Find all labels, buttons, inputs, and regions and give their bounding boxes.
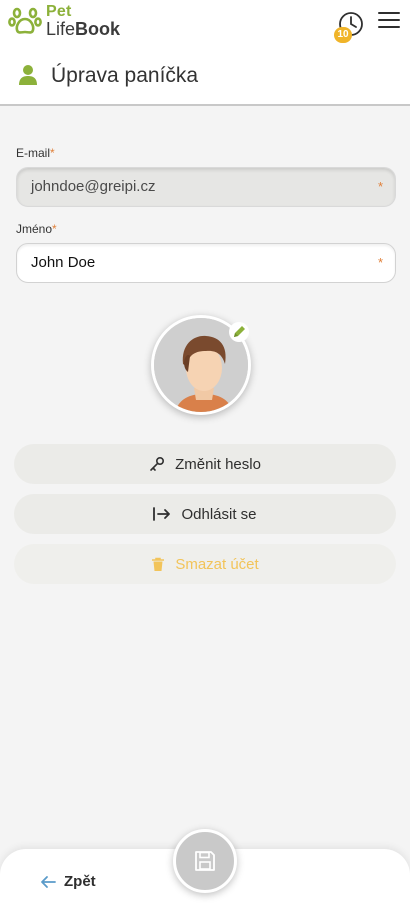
name-field-required-mark: * <box>377 255 383 270</box>
logout-icon <box>153 507 171 521</box>
trash-icon <box>152 557 165 571</box>
save-button[interactable] <box>173 829 237 893</box>
pencil-icon[interactable] <box>228 321 250 343</box>
delete-account-button[interactable]: Smazat účet <box>14 544 396 584</box>
name-value: John Doe <box>31 254 96 271</box>
logo-book: Book <box>75 19 121 39</box>
top-bar: Pet LifeBook 10 <box>0 0 410 46</box>
page-title: Úprava paníčka <box>51 64 199 87</box>
name-label-text: Jméno <box>16 222 53 236</box>
paw-icon <box>8 7 42 34</box>
name-field[interactable]: John Doe * <box>16 243 396 283</box>
logo-text: Pet LifeBook <box>46 3 120 39</box>
logo-lifebook: LifeBook <box>46 20 120 38</box>
logo-pet: Pet <box>46 3 72 20</box>
floppy-disk-icon <box>195 851 215 871</box>
menu-line <box>378 19 400 21</box>
page-header: Úprava paníčka <box>0 46 410 106</box>
back-button[interactable]: Zpět <box>40 873 96 890</box>
email-label: E-mail* <box>16 146 55 160</box>
name-required-mark: * <box>52 222 57 236</box>
email-value: johndoe@greipi.cz <box>31 178 156 195</box>
logout-button[interactable]: Odhlásit se <box>14 494 396 534</box>
delete-account-label: Smazat účet <box>175 555 259 573</box>
change-password-label: Změnit heslo <box>175 455 261 473</box>
email-field-required-mark: * <box>377 179 383 194</box>
logo-life: Life <box>46 19 76 39</box>
back-label: Zpět <box>64 873 96 890</box>
email-required-mark: * <box>50 146 55 160</box>
person-icon <box>19 65 37 85</box>
email-field[interactable]: johndoe@greipi.cz * <box>16 167 396 207</box>
app-logo[interactable]: Pet LifeBook <box>8 4 120 38</box>
logout-label: Odhlásit se <box>181 505 257 523</box>
hamburger-icon[interactable] <box>378 12 400 32</box>
name-label: Jméno* <box>16 222 57 236</box>
history-badge: 10 <box>334 27 352 43</box>
change-password-button[interactable]: Změnit heslo <box>14 444 396 484</box>
menu-line <box>378 26 400 28</box>
menu-line <box>378 12 400 14</box>
email-label-text: E-mail <box>16 146 51 160</box>
arrow-left-icon <box>41 875 56 888</box>
key-icon <box>150 456 165 471</box>
